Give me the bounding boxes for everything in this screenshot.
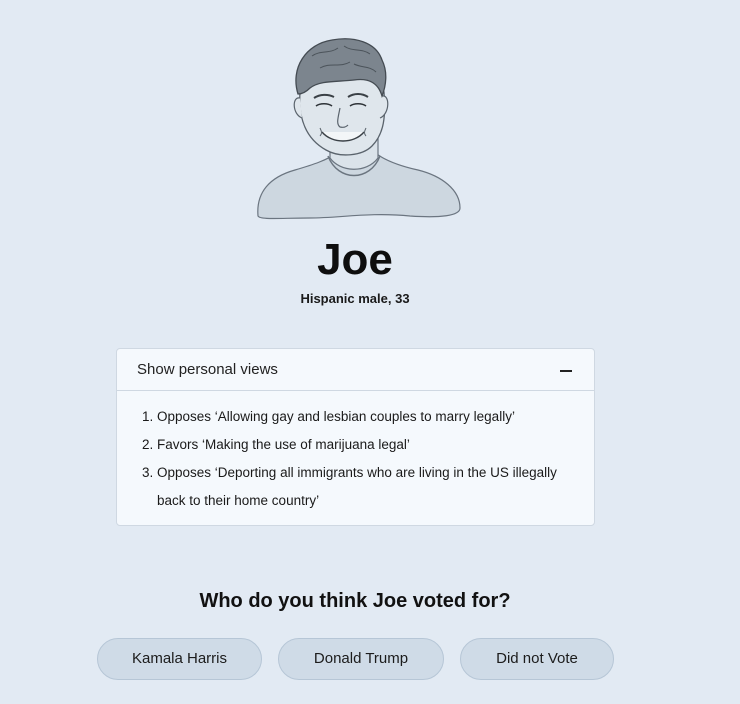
vote-question: Who do you think Joe voted for? — [199, 590, 511, 612]
list-item: Favors ‘Making the use of marijuana lega… — [157, 431, 574, 459]
profile-name: Joe — [317, 235, 393, 284]
personal-views-toggle[interactable]: Show personal views — [117, 349, 594, 391]
personal-views-list: Opposes ‘Allowing gay and lesbian couple… — [117, 391, 594, 515]
list-item: Opposes ‘Deporting all immigrants who ar… — [157, 459, 574, 515]
donald-trump-button[interactable]: Donald Trump — [278, 638, 444, 680]
list-item: Opposes ‘Allowing gay and lesbian couple… — [157, 403, 574, 431]
profile-subtitle: Hispanic male, 33 — [300, 291, 410, 306]
minus-icon[interactable] — [560, 370, 572, 372]
personal-views-panel: Show personal views Opposes ‘Allowing ga… — [116, 348, 595, 526]
personal-views-toggle-label: Show personal views — [137, 361, 278, 378]
person-portrait-illustration — [250, 32, 466, 222]
did-not-vote-button[interactable]: Did not Vote — [460, 638, 614, 680]
kamala-harris-button[interactable]: Kamala Harris — [97, 638, 262, 680]
